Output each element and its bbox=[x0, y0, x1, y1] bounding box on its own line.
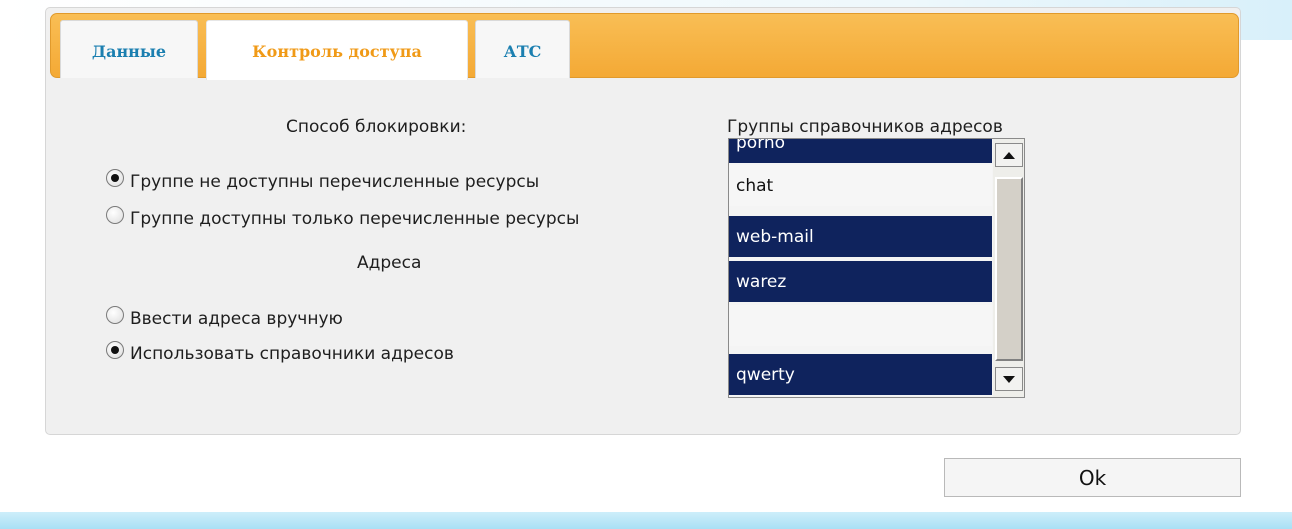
radio-allow-only-listed[interactable]: Группе доступны только перечисленные рес… bbox=[106, 206, 580, 229]
arrow-up-icon bbox=[1003, 151, 1015, 159]
scroll-thumb[interactable] bbox=[995, 177, 1023, 361]
radio-manual-addresses[interactable]: Ввести адреса вручную bbox=[106, 306, 343, 329]
addresses-heading: Адреса bbox=[357, 253, 422, 273]
tab-pbx-label: АТС bbox=[503, 42, 542, 61]
tab-data[interactable]: Данные bbox=[60, 20, 198, 78]
scroll-down-button[interactable] bbox=[995, 367, 1023, 391]
tab-access-control-label: Контроль доступа bbox=[252, 42, 422, 61]
bottom-strip bbox=[0, 512, 1292, 529]
radio-unchecked-icon[interactable] bbox=[106, 206, 124, 224]
radio-unchecked-icon[interactable] bbox=[106, 306, 124, 324]
list-item[interactable]: qwerty bbox=[729, 354, 992, 395]
tab-data-label: Данные bbox=[91, 42, 167, 61]
directory-groups-heading: Группы справочников адресов bbox=[727, 117, 1003, 137]
list-item[interactable] bbox=[729, 305, 992, 346]
arrow-down-icon bbox=[1003, 375, 1015, 383]
ok-button[interactable]: Ok bbox=[944, 458, 1241, 497]
listbox-scrollbar[interactable] bbox=[993, 139, 1024, 397]
radio-use-directories-label: Использовать справочники адресов bbox=[130, 344, 454, 364]
list-item[interactable]: chat bbox=[729, 165, 992, 206]
tab-access-control[interactable]: Контроль доступа bbox=[206, 20, 468, 80]
radio-block-listed-label: Группе не доступны перечисленные ресурсы bbox=[130, 172, 540, 192]
blocking-method-heading: Способ блокировки: bbox=[286, 117, 467, 137]
radio-checked-icon[interactable] bbox=[106, 169, 124, 187]
radio-allow-only-listed-label: Группе доступны только перечисленные рес… bbox=[130, 209, 580, 229]
tab-pbx[interactable]: АТС bbox=[475, 20, 570, 78]
radio-manual-addresses-label: Ввести адреса вручную bbox=[130, 309, 343, 329]
radio-block-listed[interactable]: Группе не доступны перечисленные ресурсы bbox=[106, 169, 540, 192]
directory-groups-listbox[interactable]: porno chat web-mail warez qwerty bbox=[728, 138, 1025, 398]
scroll-up-button[interactable] bbox=[995, 143, 1023, 167]
list-item[interactable]: porno bbox=[729, 139, 992, 163]
list-item[interactable]: warez bbox=[729, 261, 992, 302]
radio-checked-icon[interactable] bbox=[106, 341, 124, 359]
list-item[interactable]: web-mail bbox=[729, 216, 992, 257]
radio-use-directories[interactable]: Использовать справочники адресов bbox=[106, 341, 454, 364]
